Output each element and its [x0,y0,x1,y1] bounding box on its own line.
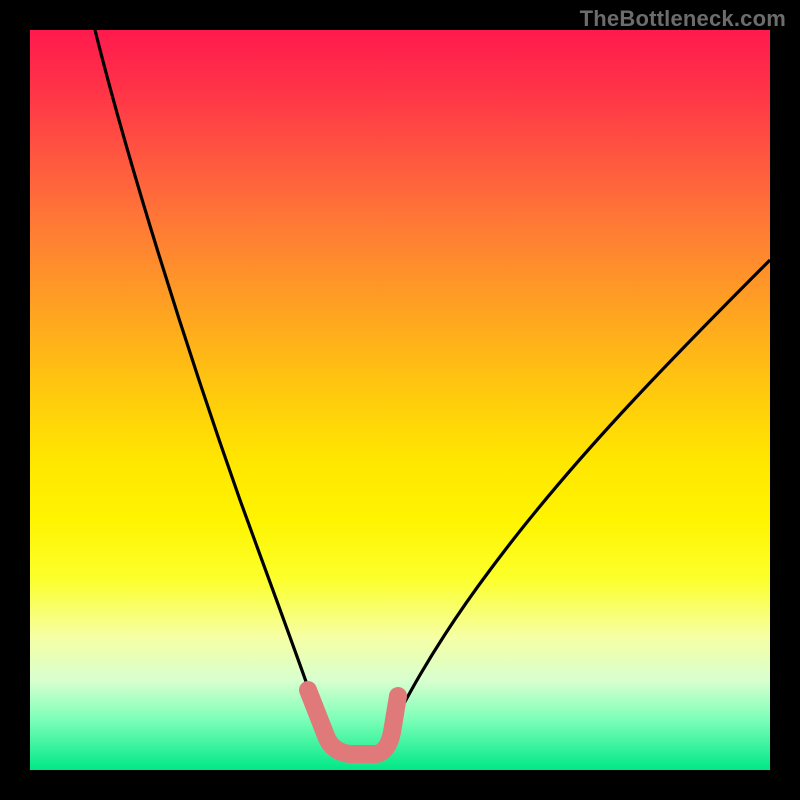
curve-layer [30,30,770,770]
right-curve [382,260,770,746]
watermark-text: TheBottleneck.com [580,6,786,32]
left-curve [95,30,328,745]
valley-overlay [308,690,398,754]
chart-frame: TheBottleneck.com [0,0,800,800]
